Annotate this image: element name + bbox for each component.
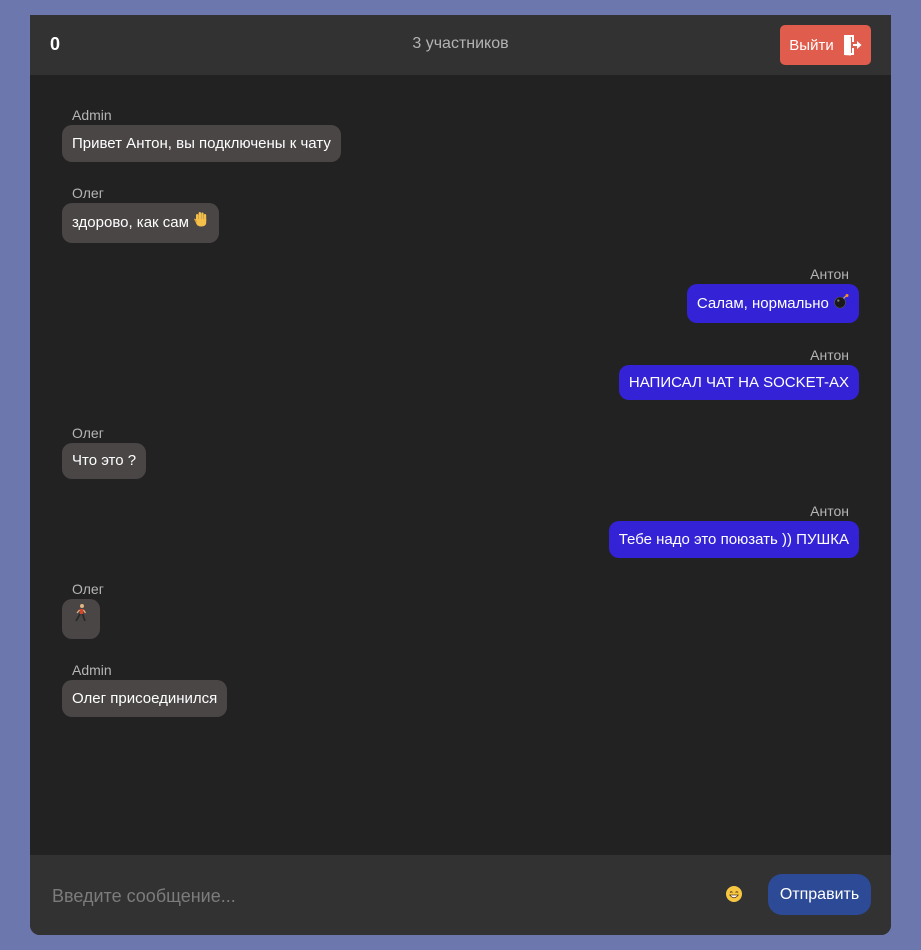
message-author: Антон: [810, 266, 849, 282]
send-button-label: Отправить: [779, 885, 860, 903]
message-text: Тебе надо это поюзать )) ПУШКА: [618, 531, 849, 548]
participants-count: 3 участников: [412, 35, 509, 52]
message-author: Олег: [72, 425, 104, 441]
message-author: Антон: [810, 347, 849, 363]
door-exit-icon: [842, 34, 862, 56]
message-item: Олег: [62, 579, 104, 639]
exit-button-label: Выйти: [789, 36, 834, 54]
send-button[interactable]: Отправить: [768, 874, 871, 915]
waving-hand-icon: [193, 203, 209, 243]
message-author: Admin: [72, 107, 112, 123]
person-walking-icon: [71, 599, 91, 639]
message-list: Admin Привет Антон, вы подключены к чату…: [30, 75, 891, 855]
message-text: Олег присоединился: [72, 690, 218, 707]
message-text: здорово, как сам: [72, 214, 189, 231]
message-bubble: Привет Антон, вы подключены к чату: [62, 125, 341, 162]
chat-header: 0 3 участников Выйти: [30, 15, 891, 75]
message-item: Антон НАПИСАЛ ЧАТ НА SOCKET-АХ: [618, 345, 859, 400]
message-item: Admin Привет Антон, вы подключены к чату: [62, 105, 341, 162]
message-author: Антон: [810, 503, 849, 519]
exit-button[interactable]: Выйти: [780, 25, 871, 65]
smiley-face-icon[interactable]: [725, 885, 743, 903]
message-bubble: Олег присоединился: [62, 680, 228, 717]
message-input[interactable]: [50, 875, 704, 917]
message-item: Антон Салам, нормально: [686, 264, 859, 324]
message-author: Admin: [72, 662, 112, 678]
message-text: Привет Антон, вы подключены к чату: [72, 135, 331, 152]
message-bubble: Что это ?: [62, 443, 147, 479]
chat-window: 0 3 участников Выйти Admin Привет Антон,…: [30, 15, 891, 935]
message-item: Admin Олег присоединился: [62, 660, 228, 717]
message-item: Антон Тебе надо это поюзать )) ПУШКА: [608, 501, 859, 558]
message-item: Олег здорово, как сам: [62, 183, 220, 243]
message-text: Что это ?: [72, 452, 137, 469]
message-item: Олег Что это ?: [62, 423, 147, 479]
message-bubble: НАПИСАЛ ЧАТ НА SOCKET-АХ: [618, 365, 859, 400]
message-bubble: [62, 599, 100, 639]
message-text: НАПИСАЛ ЧАТ НА SOCKET-АХ: [628, 374, 849, 391]
message-bubble: здорово, как сам: [62, 203, 220, 243]
bomb-icon: [833, 285, 849, 324]
message-text: Салам, нормально: [696, 295, 829, 312]
message-bubble: Салам, нормально: [686, 284, 859, 324]
message-bubble: Тебе надо это поюзать )) ПУШКА: [608, 521, 859, 558]
message-author: Олег: [72, 581, 104, 597]
message-author: Олег: [72, 185, 104, 201]
message-composer: Отправить: [30, 855, 891, 935]
